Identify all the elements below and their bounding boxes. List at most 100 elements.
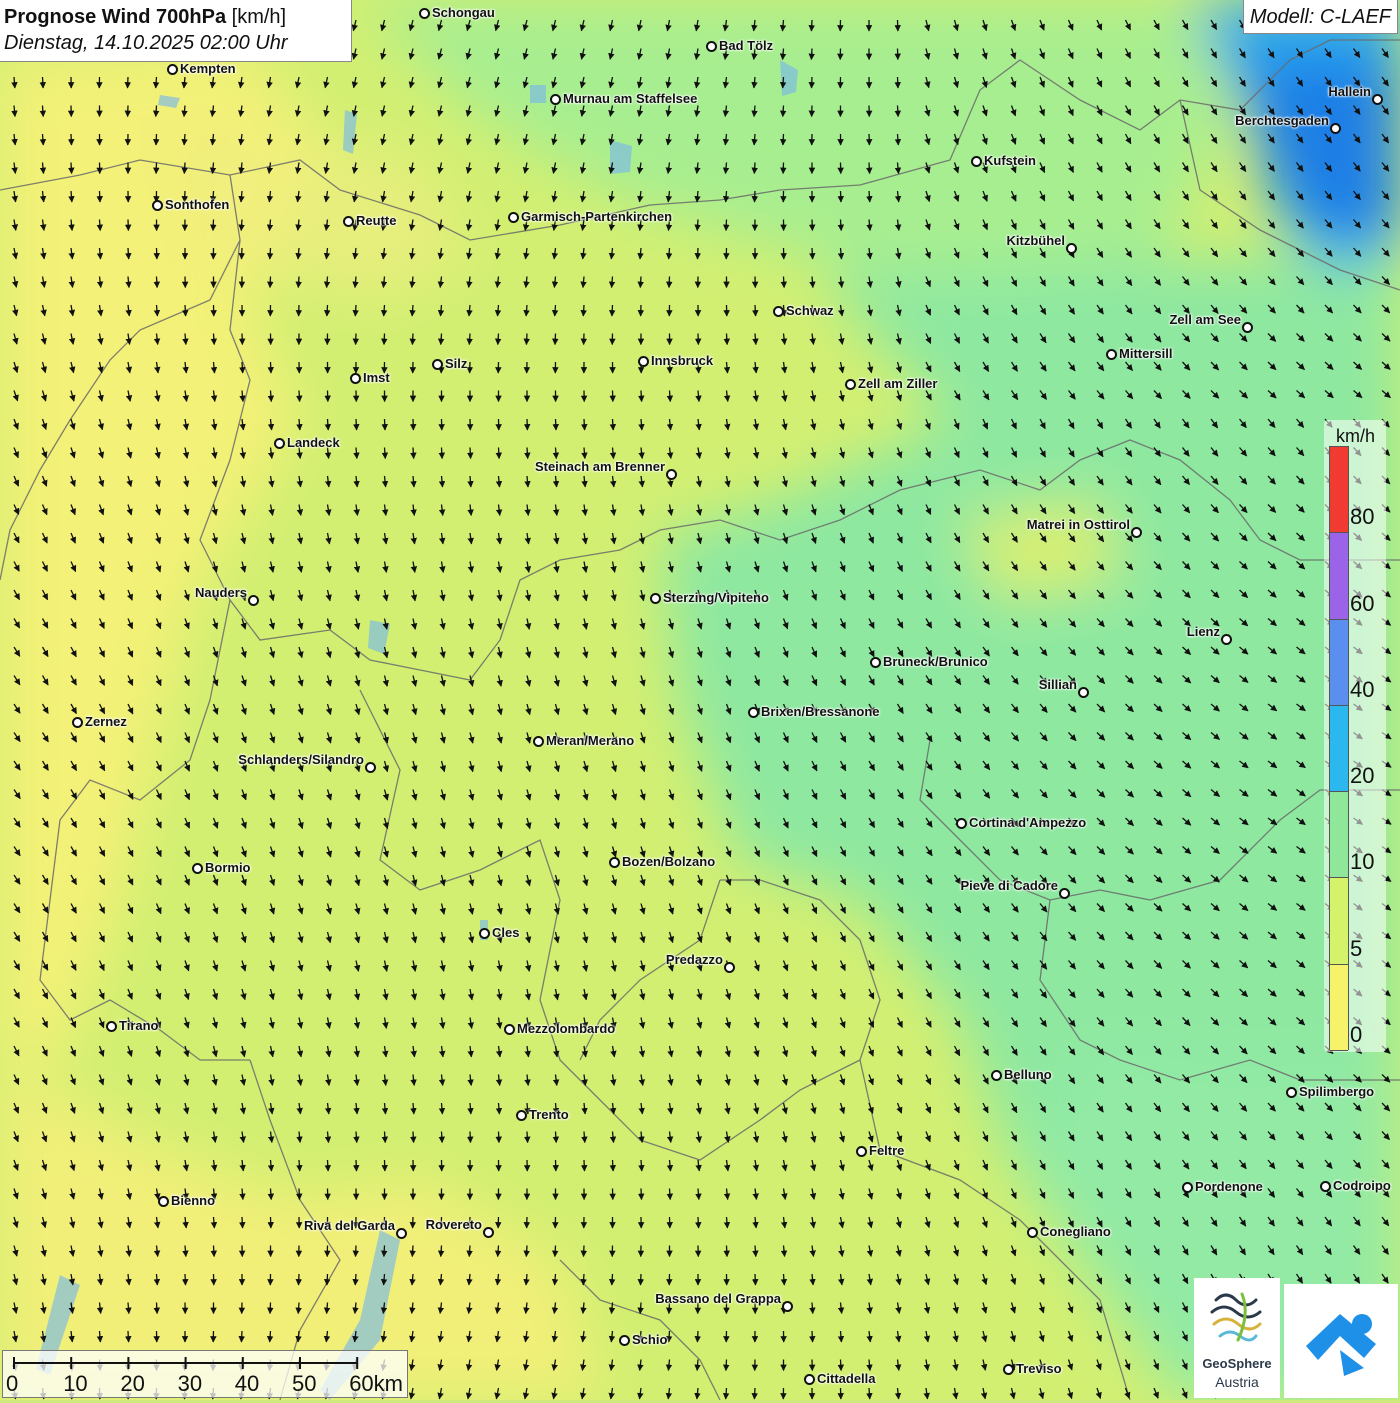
city-marker — [971, 156, 982, 167]
title: Prognose Wind 700hPa [km/h] — [4, 4, 347, 30]
city-label: Kufstein — [984, 154, 1036, 168]
wind-arrow — [726, 1360, 727, 1371]
wind-arrow — [355, 1274, 356, 1285]
city-marker — [396, 1228, 407, 1239]
wind-arrow — [727, 1246, 728, 1257]
city-label: Sterzing/Vipiteno — [663, 591, 769, 605]
wind-arrow — [356, 419, 357, 430]
city-label: Bozen/Bolzano — [622, 855, 715, 869]
city-marker — [106, 1021, 117, 1032]
city-marker — [782, 1301, 793, 1312]
wind-arrow — [555, 1246, 556, 1257]
city-marker — [856, 1146, 867, 1157]
city-label: Murnau am Staffelsee — [563, 92, 697, 106]
city-label: Cittadella — [817, 1372, 876, 1386]
city-marker — [1286, 1087, 1297, 1098]
city-label: Spilimbergo — [1299, 1085, 1374, 1099]
city-label: Berchtesgaden — [1235, 114, 1329, 128]
city-marker — [1221, 634, 1232, 645]
wind-arrow — [527, 448, 528, 459]
wind-arrow — [242, 248, 243, 259]
scale-tick-label: 0 — [6, 1371, 18, 1397]
wind-arrow — [783, 106, 784, 117]
city-label: Zell am Ziller — [858, 377, 937, 391]
city-marker — [516, 1110, 527, 1121]
legend-label: 80 — [1350, 504, 1374, 530]
city-marker — [483, 1227, 494, 1238]
wind-arrow — [698, 1189, 699, 1200]
wind-arrow — [43, 106, 44, 117]
wind-arrow — [184, 134, 185, 145]
wind-arrow — [526, 305, 527, 316]
city-label: Sonthofen — [165, 198, 229, 212]
geosphere-name: GeoSphere — [1194, 1356, 1280, 1371]
city-label: Garmisch-Partenkirchen — [521, 210, 672, 224]
scale-tick-label: 60km — [349, 1371, 403, 1397]
city-label: Cortina d'Ampezzo — [969, 816, 1086, 830]
wind-arrow — [755, 334, 756, 345]
wind-arrow — [241, 1331, 242, 1342]
city-label: Silz — [445, 357, 467, 371]
wind-arrow — [612, 1274, 613, 1285]
city-marker — [1059, 888, 1070, 899]
wind-arrow — [499, 1132, 500, 1143]
wind-arrow — [384, 334, 385, 345]
city-marker — [350, 373, 361, 384]
wind-arrow — [754, 134, 755, 145]
city-label: Pordenone — [1195, 1180, 1263, 1194]
wind-arrow — [156, 77, 157, 88]
city-label: Zell am See — [1169, 313, 1241, 327]
city-marker — [1106, 349, 1117, 360]
city-label: Codroipo — [1333, 1179, 1391, 1193]
geosphere-country: Austria — [1194, 1374, 1280, 1390]
city-label: Bassano del Grappa — [655, 1292, 781, 1306]
legend-segment — [1330, 792, 1348, 878]
city-marker — [1182, 1182, 1193, 1193]
city-label: Trento — [529, 1108, 569, 1122]
legend-label: 40 — [1350, 677, 1374, 703]
wind-arrow — [184, 163, 185, 174]
wind-arrow — [727, 334, 728, 345]
wind-arrow — [100, 1331, 101, 1342]
wind-arrow — [355, 305, 356, 316]
legend-label: 20 — [1350, 763, 1374, 789]
wind-arrow — [783, 134, 784, 145]
wind-arrow — [583, 305, 584, 316]
wind-arrow — [697, 220, 698, 231]
wind-arrow — [784, 1274, 785, 1285]
wind-arrow — [841, 191, 842, 202]
wind-arrow — [128, 77, 129, 88]
wind-arrow — [669, 248, 670, 259]
wind-arrow — [128, 1303, 129, 1314]
city-label: Imst — [363, 371, 390, 385]
wind-arrow — [100, 220, 101, 231]
city-label: Mittersill — [1119, 347, 1172, 361]
wind-arrow — [214, 334, 215, 345]
wind-arrow — [185, 334, 186, 345]
wind-arrow — [128, 1331, 129, 1342]
city-marker — [638, 356, 649, 367]
city-label: Mezzolombardo — [517, 1022, 615, 1036]
wind-arrow — [327, 1303, 328, 1314]
wind-arrow — [356, 448, 357, 459]
wind-arrow — [385, 419, 386, 430]
city-marker — [870, 657, 881, 668]
city-marker — [1242, 322, 1253, 333]
wind-arrow — [156, 106, 157, 117]
wind-arrow — [727, 1217, 728, 1228]
wind-arrow — [470, 1132, 471, 1143]
city-marker — [479, 928, 490, 939]
wind-arrow — [299, 1189, 300, 1200]
wind-arrow — [499, 1103, 500, 1114]
wind-arrow — [670, 1189, 671, 1200]
city-marker — [508, 212, 519, 223]
wind-arrow — [470, 448, 471, 459]
legend-label: 10 — [1350, 849, 1374, 875]
city-label: Zernez — [85, 715, 127, 729]
legend-segment — [1330, 533, 1348, 619]
wind-arrow — [385, 1132, 386, 1143]
scale-tick-label: 50 — [292, 1371, 316, 1397]
wind-arrow — [298, 1303, 299, 1314]
wind-arrow — [271, 362, 272, 373]
legend-color-bar — [1329, 446, 1349, 1050]
